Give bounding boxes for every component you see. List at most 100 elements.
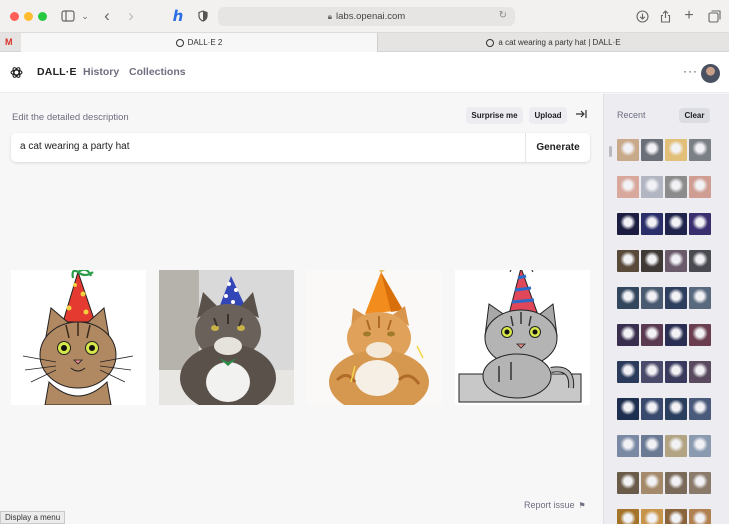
- main-panel: Edit the detailed description Surprise m…: [0, 94, 603, 524]
- recent-thumbnail[interactable]: [665, 213, 687, 235]
- recent-thumbnail[interactable]: [665, 250, 687, 272]
- recent-thumbnail[interactable]: [689, 361, 711, 383]
- more-icon[interactable]: ···: [683, 64, 698, 78]
- recent-row: [617, 139, 713, 161]
- recent-thumbnail[interactable]: [641, 472, 663, 494]
- recent-thumbnail[interactable]: [641, 435, 663, 457]
- generate-button[interactable]: Generate: [526, 133, 590, 162]
- zoom-window-button[interactable]: [38, 12, 47, 21]
- recent-thumbnail[interactable]: [617, 472, 639, 494]
- prompt-input[interactable]: [20, 141, 500, 152]
- recent-thumbnail[interactable]: [665, 361, 687, 383]
- gmail-icon[interactable]: M: [5, 37, 13, 47]
- forward-icon[interactable]: ›: [124, 6, 138, 25]
- recent-thumbnail[interactable]: [641, 324, 663, 346]
- avatar[interactable]: [701, 64, 720, 83]
- downloads-icon[interactable]: [634, 7, 650, 25]
- recent-row: [617, 472, 713, 494]
- recent-thumbnail[interactable]: [665, 287, 687, 309]
- recent-thumbnail[interactable]: [689, 250, 711, 272]
- recent-label: Recent: [617, 110, 646, 120]
- tab-result[interactable]: a cat wearing a party hat | DALL·E: [378, 33, 729, 52]
- recent-thumbnail[interactable]: [665, 324, 687, 346]
- tab-label: DALL·E 2: [187, 38, 223, 47]
- lock-icon: 🔒︎: [327, 11, 333, 21]
- recent-thumbnail[interactable]: [689, 509, 711, 524]
- recent-thumbnail[interactable]: [617, 361, 639, 383]
- back-icon[interactable]: ‹: [100, 6, 114, 25]
- prompt-box: Generate: [11, 133, 590, 162]
- recent-thumbnail[interactable]: [689, 213, 711, 235]
- recent-thumbnail[interactable]: [641, 139, 663, 161]
- close-window-button[interactable]: [10, 12, 19, 21]
- recent-thumbnail[interactable]: [689, 472, 711, 494]
- surprise-me-button[interactable]: Surprise me: [466, 107, 523, 124]
- chevron-down-icon[interactable]: ⌄: [80, 7, 90, 25]
- recent-thumbnail[interactable]: [617, 398, 639, 420]
- recent-thumbnail[interactable]: [689, 176, 711, 198]
- minimize-window-button[interactable]: [24, 12, 33, 21]
- tab-overview-icon[interactable]: [706, 7, 722, 25]
- recent-thumbnail[interactable]: [617, 324, 639, 346]
- description-label: Edit the detailed description: [12, 112, 129, 123]
- nav-history[interactable]: History: [83, 66, 119, 78]
- brand-title[interactable]: DALL·E: [37, 66, 77, 78]
- recent-thumbnail[interactable]: [617, 250, 639, 272]
- recent-thumbnail[interactable]: [641, 361, 663, 383]
- recent-thumbnail[interactable]: [689, 139, 711, 161]
- recent-row: [617, 213, 713, 235]
- reload-icon[interactable]: ↻: [499, 10, 507, 21]
- recent-thumbnail[interactable]: [665, 139, 687, 161]
- recent-thumbnail[interactable]: [665, 509, 687, 524]
- result-image-1[interactable]: [11, 270, 146, 405]
- clear-button[interactable]: Clear: [679, 108, 710, 123]
- share-icon[interactable]: [658, 7, 672, 25]
- openai-logo-icon[interactable]: [10, 66, 23, 79]
- result-image-4[interactable]: [455, 270, 590, 405]
- app-header: DALL·E History Collections ···: [0, 52, 729, 93]
- collapse-sidebar-icon[interactable]: [575, 109, 587, 122]
- new-tab-icon[interactable]: +: [682, 7, 696, 25]
- tab-dalle[interactable]: DALL·E 2: [21, 33, 378, 52]
- recent-sidebar: Recent Clear: [603, 94, 729, 524]
- recent-thumbnail[interactable]: [665, 472, 687, 494]
- recent-thumbnail[interactable]: [617, 435, 639, 457]
- url-text: labs.openai.com: [336, 11, 406, 22]
- nav-collections[interactable]: Collections: [129, 66, 186, 78]
- recent-thumbnail[interactable]: [689, 435, 711, 457]
- recent-thumbnail[interactable]: [617, 509, 639, 524]
- recent-thumbnail[interactable]: [665, 398, 687, 420]
- recent-thumbnail[interactable]: [641, 250, 663, 272]
- recent-thumbnail[interactable]: [689, 287, 711, 309]
- recent-thumbnail[interactable]: [617, 213, 639, 235]
- recent-thumbnail[interactable]: [689, 398, 711, 420]
- result-image-3[interactable]: [307, 270, 442, 405]
- result-image-2[interactable]: [159, 270, 294, 405]
- extension-icon[interactable]: ℎ: [170, 7, 186, 25]
- report-issue-label: Report issue: [524, 500, 575, 510]
- recent-thumbnail[interactable]: [641, 213, 663, 235]
- recent-thumbnail[interactable]: [641, 398, 663, 420]
- recent-thumbnail[interactable]: [641, 176, 663, 198]
- recent-thumbnail[interactable]: [665, 435, 687, 457]
- recent-row: [617, 398, 713, 420]
- tab-strip: M DALL·E 2 a cat wearing a party hat | D…: [0, 33, 729, 52]
- report-issue-link[interactable]: Report issue ⚑: [524, 500, 586, 510]
- scrollbar[interactable]: [609, 146, 612, 157]
- browser-toolbar: ⌄ ‹ › ℎ 🔒︎ labs.openai.com ↻ +: [0, 0, 729, 33]
- recent-thumbnail[interactable]: [641, 509, 663, 524]
- openai-icon: [486, 38, 495, 47]
- recent-row: [617, 250, 713, 272]
- recent-thumbnail[interactable]: [665, 176, 687, 198]
- recent-thumbnail[interactable]: [617, 287, 639, 309]
- address-bar[interactable]: 🔒︎ labs.openai.com ↻: [218, 7, 515, 26]
- recent-thumbnail[interactable]: [617, 139, 639, 161]
- recent-row: [617, 176, 713, 198]
- upload-button[interactable]: Upload: [529, 107, 567, 124]
- recent-thumbnail[interactable]: [617, 176, 639, 198]
- recent-row: [617, 324, 713, 346]
- shield-icon[interactable]: [196, 7, 210, 25]
- recent-thumbnail[interactable]: [689, 324, 711, 346]
- sidebar-toggle-icon[interactable]: [60, 7, 76, 25]
- recent-thumbnail[interactable]: [641, 287, 663, 309]
